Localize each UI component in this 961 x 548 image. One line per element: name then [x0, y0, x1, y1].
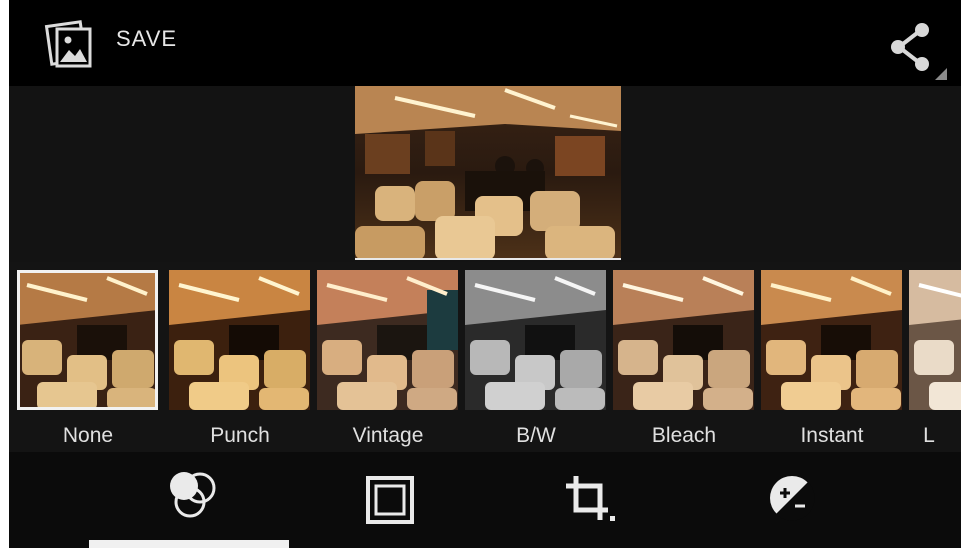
filter-thumbnail[interactable] — [909, 270, 961, 410]
active-tool-indicator — [89, 540, 289, 548]
filter-thumbnail[interactable] — [17, 270, 158, 410]
tool-bar — [9, 452, 961, 548]
filter-item-l[interactable]: L — [909, 262, 961, 452]
filter-strip[interactable]: None Punch Vintage B/W Bleach Instant L — [9, 262, 961, 452]
crop-icon[interactable] — [560, 466, 620, 526]
filter-thumbnail[interactable] — [169, 270, 310, 410]
filter-label: Vintage — [352, 424, 424, 447]
filter-item-punch[interactable]: Punch — [169, 262, 319, 452]
filter-thumbnail[interactable] — [317, 270, 458, 410]
photo-save-icon[interactable] — [42, 20, 96, 70]
filter-label: B/W — [516, 424, 556, 447]
border-frame-icon[interactable] — [360, 466, 420, 526]
photo-editor-screen: SAVE None Punch Vintage B/W Bleach Insta… — [9, 0, 961, 548]
filter-item-bleach[interactable]: Bleach — [613, 262, 763, 452]
photo-preview — [355, 86, 621, 260]
preview-underline — [355, 258, 621, 260]
exposure-icon[interactable] — [762, 466, 822, 526]
filter-label: None — [62, 424, 114, 447]
action-bar: SAVE — [9, 0, 961, 86]
filter-thumbnail[interactable] — [613, 270, 754, 410]
filter-label: L — [923, 424, 935, 447]
save-button[interactable]: SAVE — [116, 26, 177, 52]
filter-label: Bleach — [651, 424, 717, 447]
filter-item-none[interactable]: None — [17, 262, 167, 452]
filter-thumbnail[interactable] — [761, 270, 902, 410]
filter-thumbnail[interactable] — [465, 270, 606, 410]
filter-label: Punch — [210, 424, 270, 447]
filters-icon[interactable] — [162, 466, 222, 526]
filter-item-vintage[interactable]: Vintage — [317, 262, 467, 452]
preview-area — [9, 86, 961, 262]
filter-item-bw[interactable]: B/W — [465, 262, 615, 452]
share-icon[interactable] — [885, 20, 951, 82]
